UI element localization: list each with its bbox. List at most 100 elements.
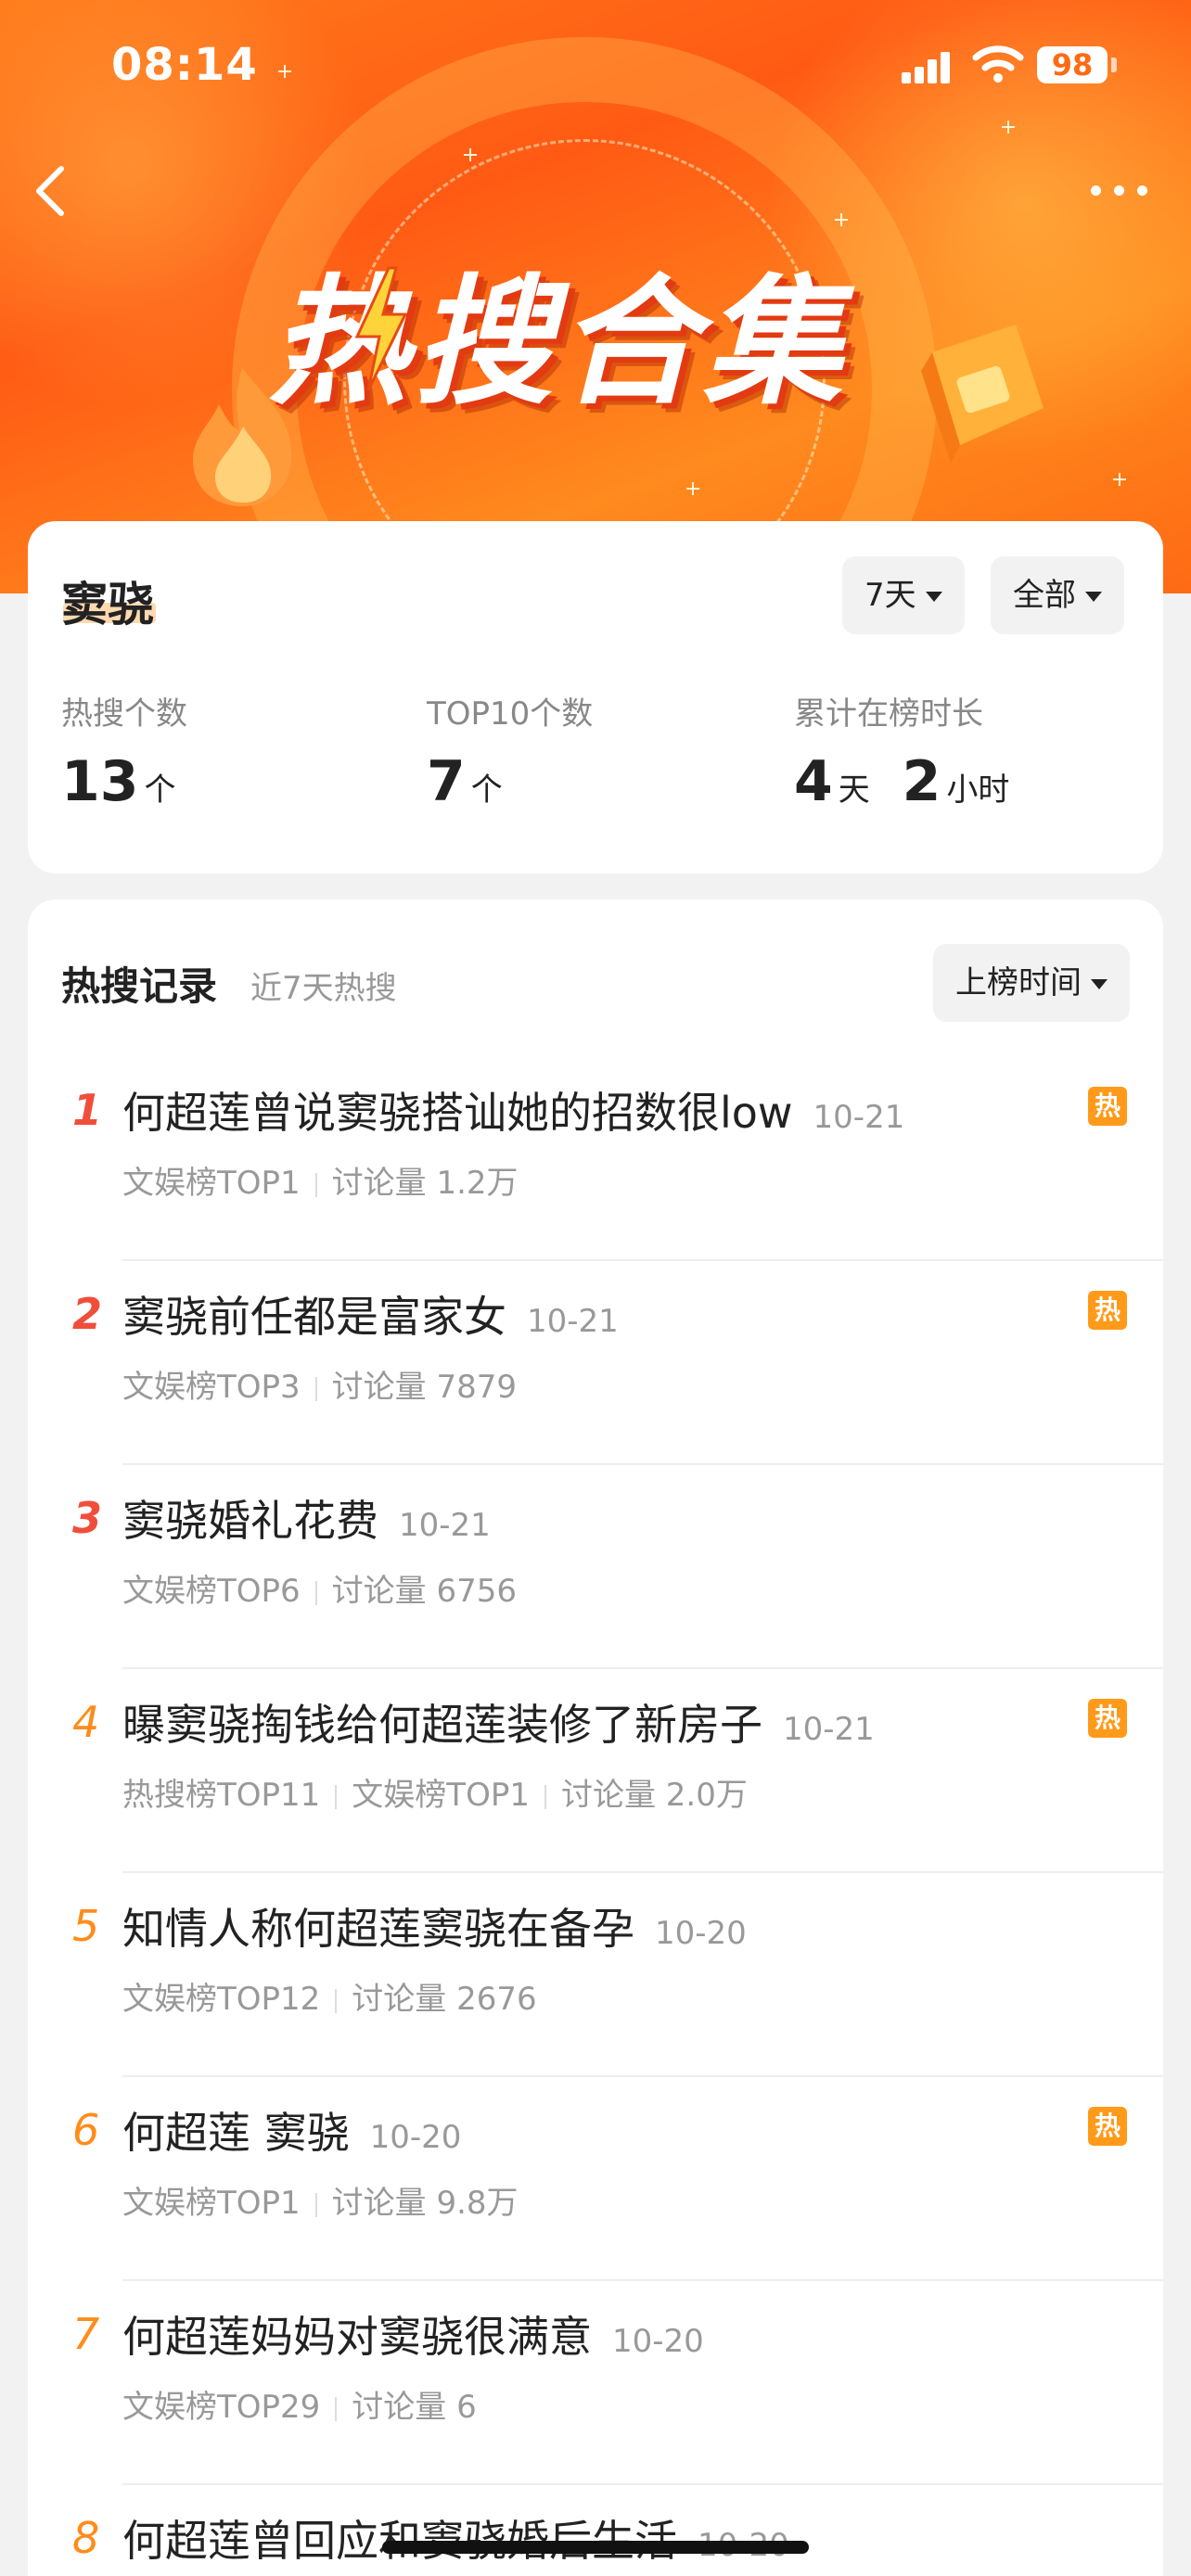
person-name-block: 窦骁 bbox=[61, 567, 156, 634]
record-title[interactable]: 知情人称何超莲窦骁在备孕 bbox=[122, 1904, 634, 1954]
hot-badge: 热 bbox=[1088, 1699, 1127, 1738]
meta-item: 讨论量 2676 bbox=[352, 1981, 537, 2018]
stat-number: 7 bbox=[427, 749, 466, 814]
record-meta: 文娱榜TOP29 讨论量 6 bbox=[122, 2381, 477, 2427]
hot-badge: 热 bbox=[1088, 2107, 1127, 2146]
back-icon[interactable] bbox=[28, 163, 74, 219]
meta-separator bbox=[335, 1988, 338, 2013]
hot-badge: 热 bbox=[1088, 1087, 1127, 1126]
meta-item: 讨论量 6756 bbox=[331, 1573, 518, 1610]
meta-item: 讨论量 1.2万 bbox=[331, 1165, 519, 1202]
record-meta: 文娱榜TOP6 讨论量 6756 bbox=[122, 1565, 517, 1611]
record-date: 10-20 bbox=[612, 2323, 704, 2360]
record-row[interactable]: 1 何超莲曾说窦骁搭讪她的招数很low 10-21 文娱榜TOP1 讨论量 1.2万 热 bbox=[28, 1057, 1163, 1261]
meta-separator bbox=[314, 1172, 317, 1197]
record-meta: 文娱榜TOP12 讨论量 2676 bbox=[122, 1973, 537, 2019]
record-row[interactable]: 2 窦骁前任都是富家女 10-21 文娱榜TOP3 讨论量 7879 热 bbox=[28, 1261, 1163, 1465]
record-title-line: 何超莲曾说窦骁搭讪她的招数很low 10-21 bbox=[122, 1079, 904, 1141]
category-filter-dropdown[interactable]: 全部 bbox=[991, 556, 1124, 634]
stat-label: TOP10个数 bbox=[427, 695, 594, 733]
status-bar: 08:14 98 bbox=[0, 0, 1191, 130]
record-meta: 文娱榜TOP1 讨论量 9.8万 bbox=[122, 2177, 519, 2223]
caret-down-icon bbox=[1091, 979, 1108, 989]
stat-unit: 小时 bbox=[946, 772, 1010, 809]
meta-item: 文娱榜TOP1 bbox=[122, 1165, 301, 1202]
record-row[interactable]: 4 曝窦骁掏钱给何超莲装修了新房子 10-21 热搜榜TOP11 文娱榜TOP1 讨论量 … bbox=[28, 1669, 1163, 1873]
record-date: 10-20 bbox=[655, 1915, 747, 1952]
meta-separator bbox=[314, 1376, 317, 1401]
folder-3d-icon bbox=[921, 325, 1044, 464]
sort-dropdown[interactable]: 上榜时间 bbox=[933, 944, 1130, 1022]
summary-card: 窦骁 7天 全部 热搜个数 13 个 TOP10个数 7个 累计在榜时长 4天 2… bbox=[28, 521, 1163, 874]
battery-indicator: 98 bbox=[1037, 46, 1108, 83]
sparkle-icon bbox=[686, 482, 699, 495]
record-title-line: 曝窦骁掏钱给何超莲装修了新房子 10-21 bbox=[122, 1691, 875, 1753]
record-title[interactable]: 何超莲曾说窦骁搭讪她的招数很low bbox=[122, 1088, 793, 1138]
section-subtitle: 近7天热搜 bbox=[250, 970, 397, 1007]
sparkle-icon bbox=[1113, 473, 1126, 486]
section-title: 热搜记录 bbox=[61, 963, 218, 1009]
stat-value: 7个 bbox=[427, 749, 503, 814]
records-card: 热搜记录 近7天热搜 上榜时间 1 何超莲曾说窦骁搭讪她的招数很low 10-21 文… bbox=[28, 899, 1163, 2576]
rank-number: 5 bbox=[72, 1901, 100, 1951]
rank-number: 6 bbox=[72, 2105, 100, 2155]
sparkle-icon bbox=[464, 148, 477, 161]
meta-item: 讨论量 6 bbox=[352, 2389, 477, 2426]
meta-item: 热搜榜TOP11 bbox=[122, 1777, 321, 1814]
caret-down-icon bbox=[1085, 592, 1102, 602]
stat-unit: 个 bbox=[470, 772, 503, 809]
record-row[interactable]: 5 知情人称何超莲窦骁在备孕 10-20 文娱榜TOP12 讨论量 2676 bbox=[28, 1873, 1163, 2077]
record-title-line: 窦骁前任都是富家女 10-21 bbox=[122, 1283, 619, 1345]
record-title-line: 何超莲曾回应和窦骁婚后生活10-20 bbox=[122, 2507, 789, 2569]
meta-item: 文娱榜TOP3 bbox=[122, 1369, 301, 1406]
meta-item: 讨论量 7879 bbox=[331, 1369, 518, 1406]
rank-number: 2 bbox=[72, 1289, 103, 1339]
record-title[interactable]: 窦骁婚礼花费 bbox=[122, 1496, 378, 1546]
hero-banner: 08:14 98 热搜合集 bbox=[0, 0, 1191, 593]
stat-unit: 个 bbox=[144, 772, 176, 809]
meta-separator bbox=[314, 2192, 317, 2217]
category-filter-label: 全部 bbox=[1013, 577, 1076, 614]
lightning-icon bbox=[354, 266, 408, 391]
meta-item: 文娱榜TOP6 bbox=[122, 1573, 301, 1610]
stat-label: 累计在榜时长 bbox=[794, 695, 983, 733]
battery-tip bbox=[1111, 57, 1117, 72]
stat-number: 4 bbox=[794, 749, 833, 814]
record-row[interactable]: 3 窦骁婚礼花费 10-21 文娱榜TOP6 讨论量 6756 bbox=[28, 1465, 1163, 1669]
record-title[interactable]: 窦骁前任都是富家女 bbox=[122, 1292, 506, 1342]
record-row[interactable]: 7 何超莲妈妈对窦骁很满意 10-20 文娱榜TOP29 讨论量 6 bbox=[28, 2281, 1163, 2485]
meta-separator bbox=[314, 1580, 317, 1605]
more-icon[interactable] bbox=[1091, 182, 1148, 200]
stat-unit: 天 bbox=[838, 772, 870, 809]
record-title-line: 知情人称何超莲窦骁在备孕 10-20 bbox=[122, 1895, 747, 1957]
wifi-icon bbox=[972, 45, 1024, 83]
meta-item: 文娱榜TOP29 bbox=[122, 2389, 321, 2426]
record-row[interactable]: 8 何超莲曾回应和窦骁婚后生活10-20 bbox=[28, 2485, 1163, 2576]
stat-number: 13 bbox=[61, 749, 139, 814]
record-date: 10-21 bbox=[399, 1507, 491, 1544]
record-date: 10-21 bbox=[813, 1099, 905, 1136]
stat-value: 4天 2 小时 bbox=[794, 749, 1009, 814]
record-title-line: 何超莲 窦骁 10-20 bbox=[122, 2099, 461, 2161]
rank-number: 7 bbox=[72, 2309, 100, 2359]
meta-item: 讨论量 9.8万 bbox=[331, 2185, 519, 2222]
record-title[interactable]: 何超莲妈妈对窦骁很满意 bbox=[122, 2312, 592, 2362]
rank-number: 8 bbox=[72, 2513, 100, 2563]
record-title-line: 何超莲妈妈对窦骁很满意 10-20 bbox=[122, 2303, 704, 2365]
sort-label: 上榜时间 bbox=[955, 964, 1082, 1001]
person-name: 窦骁 bbox=[61, 578, 154, 631]
record-title[interactable]: 何超莲 窦骁 bbox=[122, 2108, 350, 2158]
record-meta: 热搜榜TOP11 文娱榜TOP1 讨论量 2.0万 bbox=[122, 1769, 748, 1815]
record-title-line: 窦骁婚礼花费 10-21 bbox=[122, 1487, 491, 1549]
hot-badge: 热 bbox=[1088, 1291, 1127, 1330]
period-filter-dropdown[interactable]: 7天 bbox=[842, 556, 965, 634]
meta-item: 文娱榜TOP1 bbox=[352, 1777, 530, 1814]
rank-number: 3 bbox=[72, 1493, 103, 1543]
rank-number: 1 bbox=[72, 1085, 103, 1135]
record-row[interactable]: 6 何超莲 窦骁 10-20 文娱榜TOP1 讨论量 9.8万 热 bbox=[28, 2077, 1163, 2281]
record-date: 10-20 bbox=[369, 2119, 462, 2156]
record-date: 10-21 bbox=[783, 1711, 875, 1748]
period-filter-label: 7天 bbox=[864, 577, 916, 614]
status-time: 08:14 bbox=[111, 39, 258, 91]
record-title[interactable]: 曝窦骁掏钱给何超莲装修了新房子 bbox=[122, 1700, 762, 1750]
